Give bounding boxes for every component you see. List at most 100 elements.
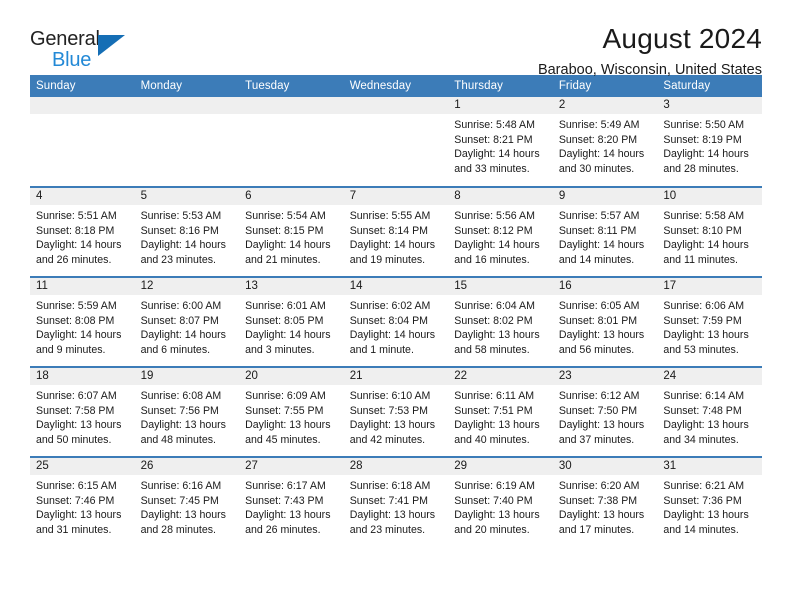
calendar-day-cell[interactable]: 15 Sunrise: 6:04 AM Sunset: 8:02 PM Dayligh… <box>448 276 553 367</box>
calendar-day-cell[interactable]: 31 Sunrise: 6:21 AM Sunset: 7:36 PM Dayligh… <box>657 456 762 547</box>
calendar-day-cell[interactable]: 4 Sunrise: 5:51 AM Sunset: 8:18 PM Daylight… <box>30 186 135 277</box>
day-details <box>135 114 240 118</box>
calendar-day-cell[interactable]: 16 Sunrise: 6:05 AM Sunset: 8:01 PM Dayligh… <box>552 276 658 367</box>
sunrise-text: Sunrise: 5:54 AM <box>245 210 326 222</box>
daylight-text: Daylight: 14 hours and 6 minutes. <box>140 329 226 356</box>
daylight-text: Daylight: 13 hours and 40 minutes. <box>454 419 540 446</box>
calendar-day-cell[interactable]: 17 Sunrise: 6:06 AM Sunset: 7:59 PM Dayligh… <box>657 276 762 367</box>
day-number: 30 <box>552 458 658 475</box>
calendar-day-cell[interactable]: 18 Sunrise: 6:07 AM Sunset: 7:58 PM Dayligh… <box>30 366 135 457</box>
sunset-text: Sunset: 8:11 PM <box>558 224 637 237</box>
day-number: 14 <box>343 278 449 295</box>
sunrise-text: Sunrise: 6:10 AM <box>349 390 431 402</box>
sunset-text: Sunset: 8:18 PM <box>36 224 115 237</box>
calendar-day-cell[interactable]: 2 Sunrise: 5:49 AM Sunset: 8:20 PM Daylight… <box>552 97 658 187</box>
day-number: 3 <box>657 97 762 114</box>
sunrise-text: Sunrise: 6:07 AM <box>36 390 117 402</box>
calendar-empty-cell <box>239 97 344 187</box>
daylight-text: Daylight: 13 hours and 23 minutes. <box>349 509 436 536</box>
generalblue-logo[interactable]: General Blue <box>30 22 148 74</box>
calendar-day-cell[interactable]: 6 Sunrise: 5:54 AM Sunset: 8:15 PM Daylight… <box>239 186 344 277</box>
sunset-text: Sunset: 7:58 PM <box>36 404 115 417</box>
day-number: 27 <box>239 458 344 475</box>
day-number: 19 <box>134 368 240 385</box>
sunrise-text: Sunrise: 6:14 AM <box>663 390 745 402</box>
calendar-day-cell[interactable]: 25 Sunrise: 6:15 AM Sunset: 7:46 PM Dayligh… <box>30 456 135 547</box>
calendar-week-row: 18 Sunrise: 6:07 AM Sunset: 7:58 PM Dayligh… <box>30 366 762 457</box>
weekday-header-sunday: Sunday <box>30 75 135 97</box>
sunset-text: Sunset: 8:10 PM <box>663 224 742 237</box>
day-number: 12 <box>134 278 240 295</box>
day-details: Sunrise: 5:59 AM Sunset: 8:08 PM Daylight:… <box>30 295 135 357</box>
calendar-day-cell[interactable]: 11 Sunrise: 5:59 AM Sunset: 8:08 PM Dayligh… <box>30 276 135 367</box>
calendar-day-cell[interactable]: 27 Sunrise: 6:17 AM Sunset: 7:43 PM Dayligh… <box>239 456 344 547</box>
day-details: Sunrise: 6:17 AM Sunset: 7:43 PM Daylight:… <box>239 475 344 537</box>
day-details: Sunrise: 6:20 AM Sunset: 7:38 PM Daylight:… <box>553 475 658 537</box>
daylight-text: Daylight: 14 hours and 28 minutes. <box>663 148 749 175</box>
sunset-text: Sunset: 8:08 PM <box>36 314 115 327</box>
day-details: Sunrise: 6:15 AM Sunset: 7:46 PM Daylight:… <box>30 475 135 537</box>
calendar-day-cell[interactable]: 20 Sunrise: 6:09 AM Sunset: 7:55 PM Dayligh… <box>239 366 344 457</box>
day-details: Sunrise: 6:08 AM Sunset: 7:56 PM Daylight:… <box>135 385 240 447</box>
logo-text-blue: Blue <box>52 49 92 71</box>
daylight-text: Daylight: 14 hours and 14 minutes. <box>558 239 645 266</box>
daylight-text: Daylight: 14 hours and 19 minutes. <box>349 239 436 266</box>
calendar-day-cell[interactable]: 13 Sunrise: 6:01 AM Sunset: 8:05 PM Dayligh… <box>239 276 344 367</box>
daylight-text: Daylight: 13 hours and 37 minutes. <box>558 419 645 446</box>
day-details <box>344 114 449 118</box>
calendar-day-cell[interactable]: 14 Sunrise: 6:02 AM Sunset: 8:04 PM Dayligh… <box>343 276 449 367</box>
sunrise-text: Sunrise: 5:59 AM <box>36 300 117 312</box>
sunset-text: Sunset: 8:04 PM <box>349 314 429 327</box>
calendar-day-cell[interactable]: 24 Sunrise: 6:14 AM Sunset: 7:48 PM Dayligh… <box>657 366 762 457</box>
sunrise-text: Sunrise: 5:53 AM <box>140 210 222 222</box>
day-number: 31 <box>657 458 762 475</box>
day-number: 6 <box>239 188 344 205</box>
logo-text-general: General <box>30 28 100 50</box>
sunrise-text: Sunrise: 6:04 AM <box>454 300 535 312</box>
calendar-day-cell[interactable]: 3 Sunrise: 5:50 AM Sunset: 8:19 PM Daylight… <box>657 97 762 187</box>
calendar-day-cell[interactable]: 12 Sunrise: 6:00 AM Sunset: 8:07 PM Dayligh… <box>134 276 240 367</box>
daylight-text: Daylight: 13 hours and 45 minutes. <box>245 419 331 446</box>
day-details: Sunrise: 6:16 AM Sunset: 7:45 PM Daylight:… <box>135 475 240 537</box>
calendar-day-cell[interactable]: 1 Sunrise: 5:48 AM Sunset: 8:21 PM Daylight… <box>448 97 553 187</box>
day-details: Sunrise: 6:14 AM Sunset: 7:48 PM Daylight:… <box>657 385 762 447</box>
sunrise-text: Sunrise: 6:06 AM <box>663 300 745 312</box>
sunrise-text: Sunrise: 6:09 AM <box>245 390 326 402</box>
calendar-day-cell[interactable]: 28 Sunrise: 6:18 AM Sunset: 7:41 PM Dayligh… <box>343 456 449 547</box>
day-details: Sunrise: 5:57 AM Sunset: 8:11 PM Daylight:… <box>553 205 658 267</box>
daylight-text: Daylight: 13 hours and 28 minutes. <box>140 509 226 536</box>
sunrise-text: Sunrise: 6:15 AM <box>36 480 117 492</box>
sunrise-text: Sunrise: 5:56 AM <box>454 210 535 222</box>
sunrise-text: Sunrise: 5:58 AM <box>663 210 745 222</box>
day-number: 22 <box>448 368 553 385</box>
sunset-text: Sunset: 8:01 PM <box>558 314 638 327</box>
day-details: Sunrise: 5:55 AM Sunset: 8:14 PM Daylight:… <box>344 205 449 267</box>
sunset-text: Sunset: 7:56 PM <box>140 404 219 417</box>
day-number: 23 <box>552 368 658 385</box>
daylight-text: Daylight: 13 hours and 56 minutes. <box>558 329 645 356</box>
calendar-day-cell[interactable]: 26 Sunrise: 6:16 AM Sunset: 7:45 PM Dayligh… <box>134 456 240 547</box>
day-number: 4 <box>30 188 135 205</box>
calendar-day-cell[interactable]: 30 Sunrise: 6:20 AM Sunset: 7:38 PM Dayligh… <box>552 456 658 547</box>
day-number: 5 <box>134 188 240 205</box>
calendar-day-cell[interactable]: 8 Sunrise: 5:56 AM Sunset: 8:12 PM Daylight… <box>448 186 553 277</box>
daylight-text: Daylight: 14 hours and 1 minute. <box>349 329 436 356</box>
calendar-day-cell[interactable]: 29 Sunrise: 6:19 AM Sunset: 7:40 PM Dayligh… <box>448 456 553 547</box>
calendar-day-cell[interactable]: 9 Sunrise: 5:57 AM Sunset: 8:11 PM Daylight… <box>552 186 658 277</box>
day-details: Sunrise: 6:09 AM Sunset: 7:55 PM Daylight:… <box>239 385 344 447</box>
day-details: Sunrise: 6:21 AM Sunset: 7:36 PM Daylight:… <box>657 475 762 537</box>
day-number <box>343 97 449 114</box>
day-details: Sunrise: 6:02 AM Sunset: 8:04 PM Daylight:… <box>344 295 449 357</box>
day-number: 13 <box>239 278 344 295</box>
calendar-day-cell[interactable]: 7 Sunrise: 5:55 AM Sunset: 8:14 PM Daylight… <box>343 186 449 277</box>
calendar-day-cell[interactable]: 22 Sunrise: 6:11 AM Sunset: 7:51 PM Dayligh… <box>448 366 553 457</box>
calendar-day-cell[interactable]: 10 Sunrise: 5:58 AM Sunset: 8:10 PM Dayligh… <box>657 186 762 277</box>
calendar-day-cell[interactable]: 19 Sunrise: 6:08 AM Sunset: 7:56 PM Dayligh… <box>134 366 240 457</box>
sunrise-text: Sunrise: 6:08 AM <box>140 390 222 402</box>
calendar-day-cell[interactable]: 21 Sunrise: 6:10 AM Sunset: 7:53 PM Dayligh… <box>343 366 449 457</box>
day-details: Sunrise: 6:01 AM Sunset: 8:05 PM Daylight:… <box>239 295 344 357</box>
calendar-day-cell[interactable]: 5 Sunrise: 5:53 AM Sunset: 8:16 PM Daylight… <box>134 186 240 277</box>
calendar-day-cell[interactable]: 23 Sunrise: 6:12 AM Sunset: 7:50 PM Dayligh… <box>552 366 658 457</box>
day-number: 20 <box>239 368 344 385</box>
sunrise-text: Sunrise: 5:55 AM <box>349 210 431 222</box>
